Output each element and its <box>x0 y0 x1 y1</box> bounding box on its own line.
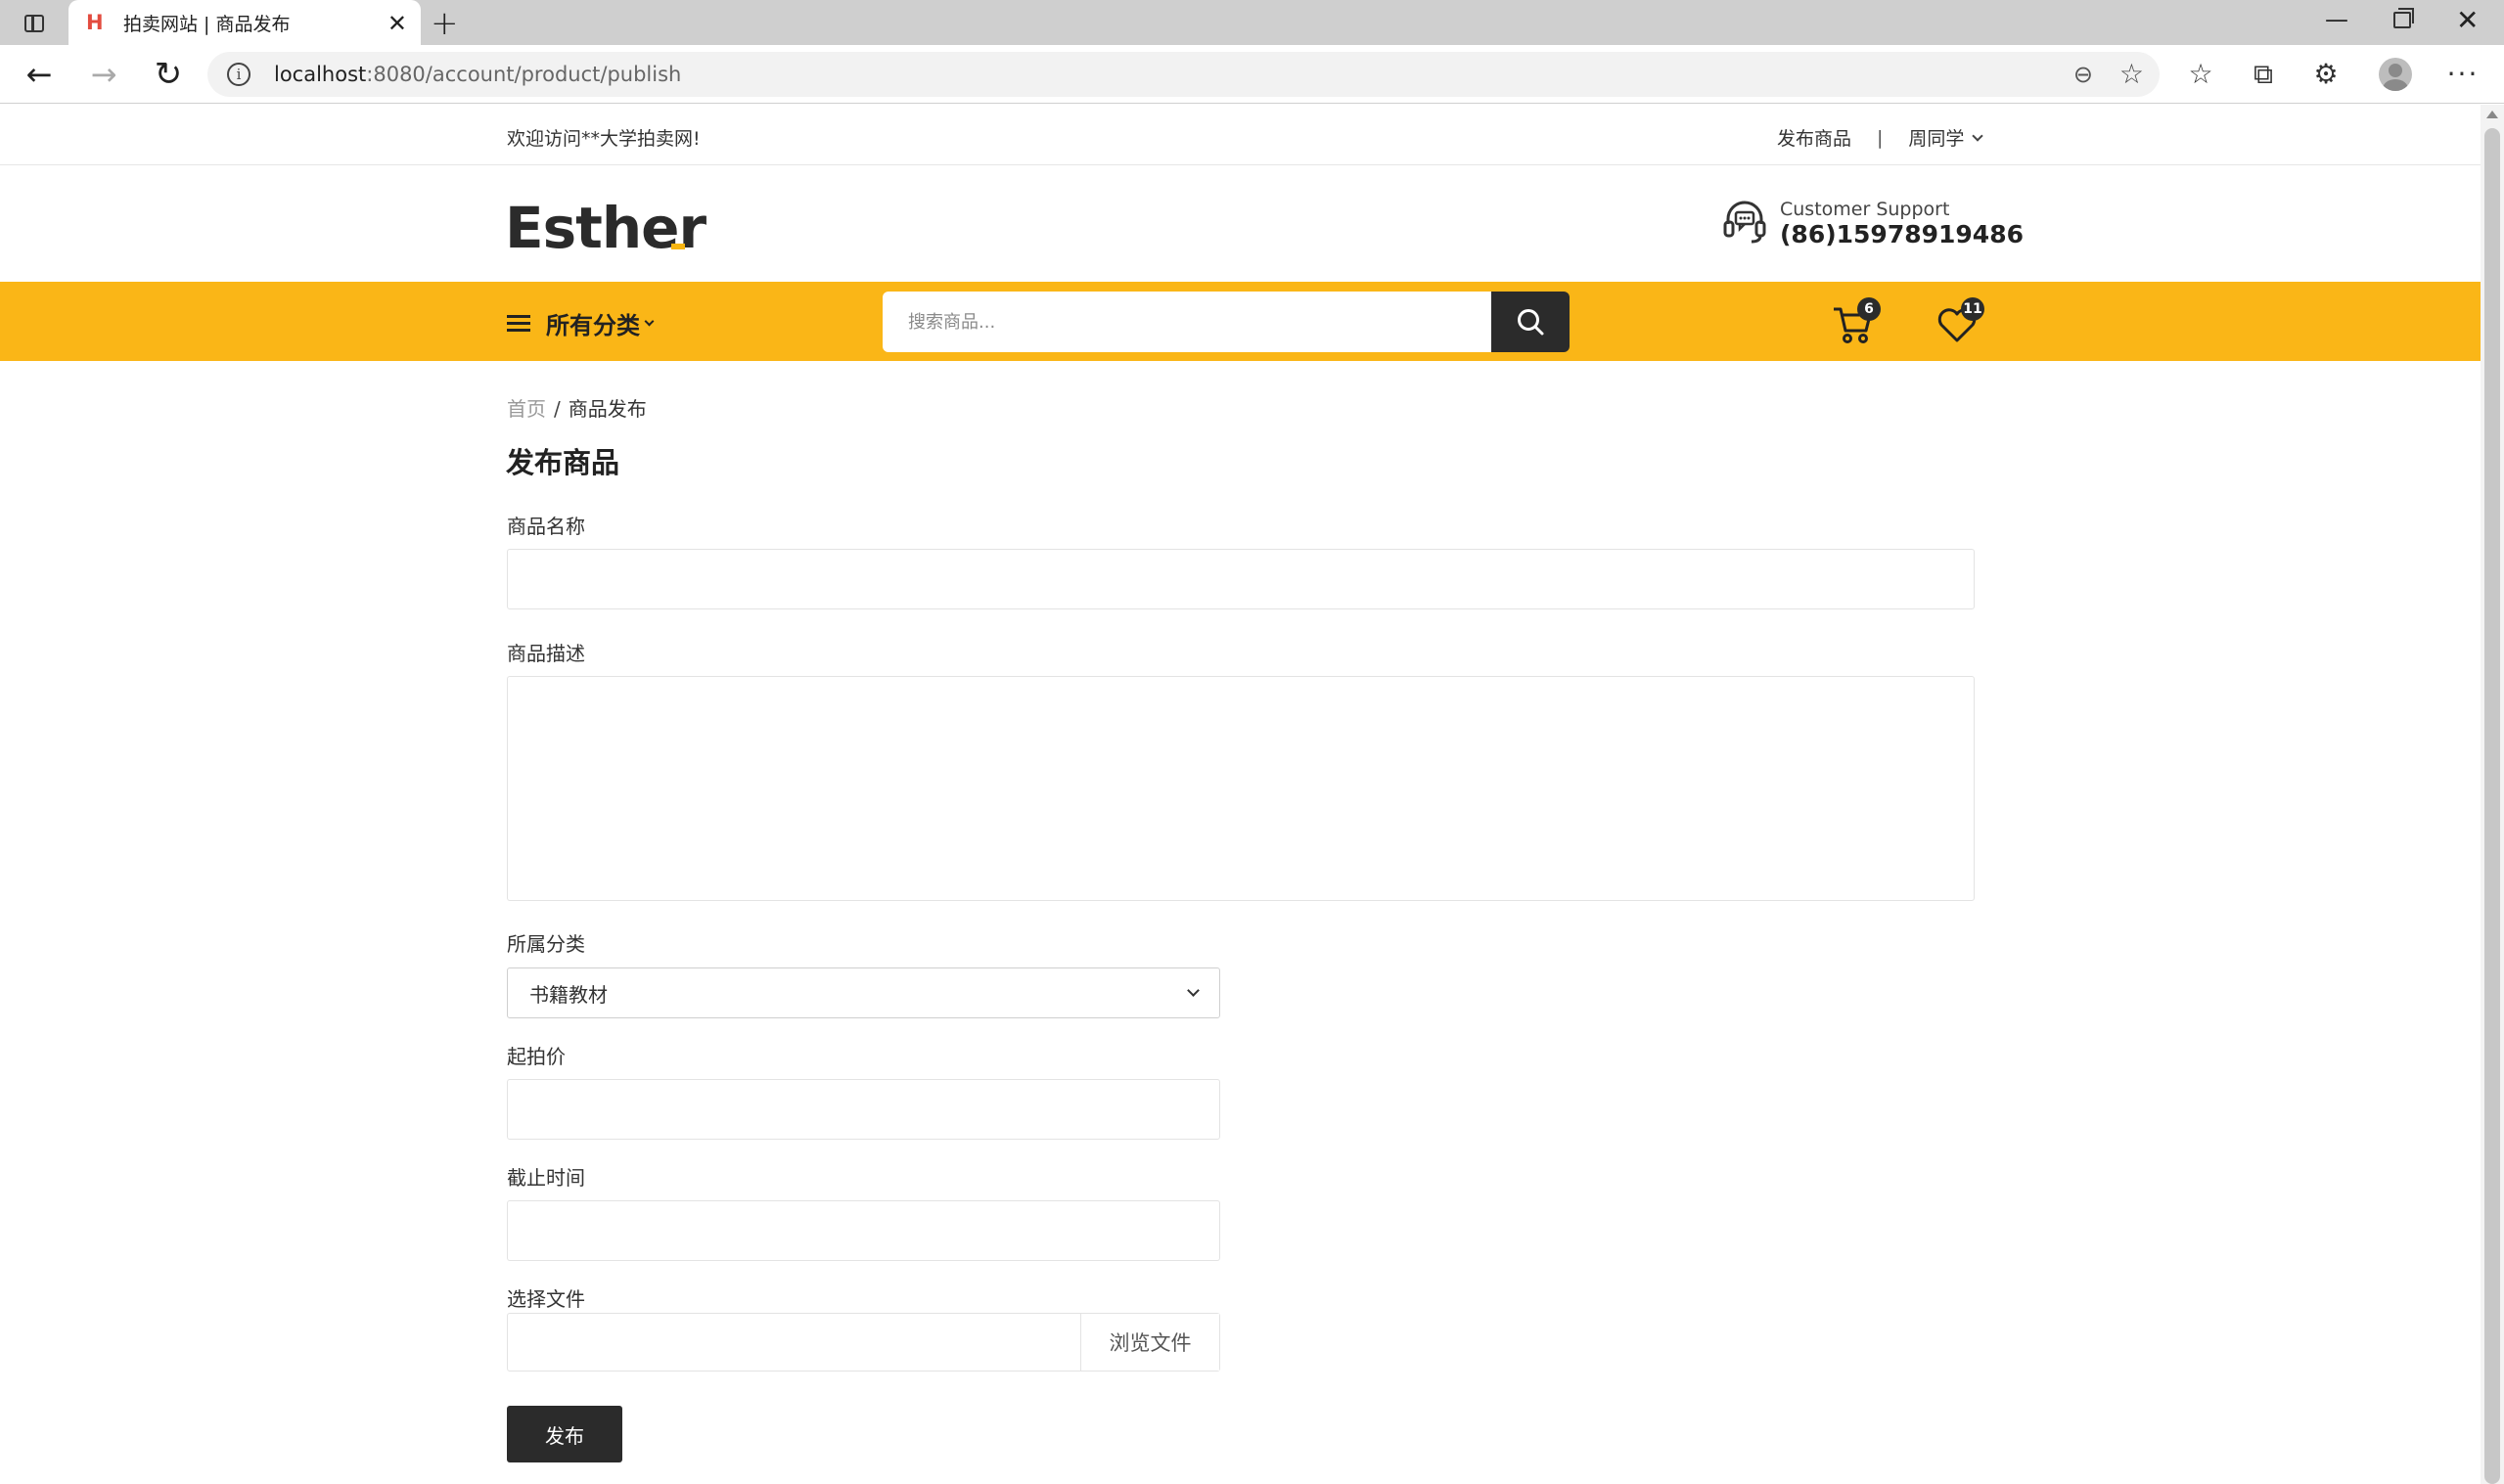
scroll-thumb[interactable] <box>2484 128 2500 1484</box>
browser-tab-active[interactable]: H 拍卖网站 | 商品发布 ✕ <box>68 0 421 45</box>
extensions-icon[interactable]: ⚙ <box>2306 55 2345 94</box>
main-nav-bar: 所有分类 6 11 <box>0 282 2481 361</box>
site-favicon-icon: H <box>86 11 104 34</box>
profile-avatar-icon[interactable] <box>2379 58 2412 91</box>
category-select[interactable]: 书籍教材 <box>507 967 1220 1018</box>
product-name-label: 商品名称 <box>507 515 585 538</box>
wishlist-button[interactable]: 11 <box>1935 297 1984 346</box>
browser-address-bar: ← → ↻ i localhost:8080/account/product/p… <box>0 45 2504 104</box>
publish-button[interactable]: 发布 <box>507 1406 622 1462</box>
start-price-input[interactable] <box>507 1079 1220 1140</box>
menu-icon <box>507 314 530 333</box>
tab-title: 拍卖网站 | 商品发布 <box>123 13 291 35</box>
site-logo[interactable]: Esther <box>505 195 706 261</box>
zoom-icon[interactable]: ⊖ <box>2073 61 2093 88</box>
back-arrow-icon[interactable]: ← <box>20 55 59 94</box>
collections-icon[interactable]: ⧉ <box>2244 55 2283 94</box>
search-input[interactable] <box>883 292 1491 352</box>
forward-arrow-icon[interactable]: → <box>84 55 123 94</box>
chevron-down-icon <box>1187 983 1200 997</box>
top-links: 发布商品 | 周同学 <box>1777 124 1984 151</box>
support-label: Customer Support <box>1780 199 1950 220</box>
page-scrollbar[interactable] <box>2481 105 2504 1484</box>
more-menu-icon[interactable]: ··· <box>2443 55 2482 94</box>
file-label: 选择文件 <box>507 1287 585 1311</box>
search-icon <box>1518 309 1544 336</box>
publish-product-link[interactable]: 发布商品 <box>1777 124 1851 151</box>
category-selected-value: 书籍教材 <box>529 982 608 1007</box>
new-tab-icon[interactable]: + <box>431 4 459 43</box>
site-top-strip: 欢迎访问**大学拍卖网! 发布商品 | 周同学 <box>0 105 2481 165</box>
url-text: localhost:8080/account/product/publish <box>274 63 682 86</box>
breadcrumb-current: 商品发布 <box>568 397 647 421</box>
product-desc-label: 商品描述 <box>507 642 585 665</box>
chevron-down-icon <box>1972 130 1984 142</box>
add-favorite-icon[interactable]: ☆ <box>2119 58 2144 90</box>
site-info-icon[interactable]: i <box>227 63 250 86</box>
chevron-down-icon <box>644 316 655 326</box>
start-price-label: 起拍价 <box>507 1045 566 1068</box>
browser-tab-bar: H 拍卖网站 | 商品发布 ✕ + — ✕ <box>0 0 2504 45</box>
page-viewport: 欢迎访问**大学拍卖网! 发布商品 | 周同学 Esther Customer … <box>0 105 2481 1484</box>
tab-actions-icon[interactable] <box>18 11 51 36</box>
cart-button[interactable]: 6 <box>1832 297 1881 346</box>
user-menu[interactable]: 周同学 <box>1908 124 1984 151</box>
window-close-icon[interactable]: ✕ <box>2456 4 2479 36</box>
product-desc-textarea[interactable] <box>507 676 1975 901</box>
scroll-up-arrow-icon[interactable] <box>2486 111 2498 118</box>
breadcrumb-home[interactable]: 首页 <box>507 397 546 421</box>
search-button[interactable] <box>1491 292 1570 352</box>
breadcrumb: 首页 / 商品发布 <box>507 393 647 422</box>
top-separator: | <box>1877 126 1884 149</box>
support-phone: (86)15978919486 <box>1780 220 2024 248</box>
deadline-input[interactable] <box>507 1200 1220 1261</box>
favorites-icon[interactable]: ☆ <box>2181 55 2220 94</box>
welcome-text: 欢迎访问**大学拍卖网! <box>507 128 701 150</box>
reload-icon[interactable]: ↻ <box>149 55 188 94</box>
site-header: Esther Customer Support (86)15978919486 <box>0 165 2481 280</box>
url-input[interactable]: i localhost:8080/account/product/publish… <box>207 52 2160 97</box>
headset-icon <box>1723 201 1766 244</box>
logo-underscore <box>671 244 685 249</box>
all-categories-label: 所有分类 <box>546 312 640 339</box>
window-restore-icon[interactable] <box>2393 8 2414 28</box>
browse-file-button[interactable]: 浏览文件 <box>1080 1314 1219 1371</box>
breadcrumb-separator: / <box>554 397 561 421</box>
file-input[interactable]: 浏览文件 <box>507 1313 1220 1372</box>
all-categories-menu[interactable]: 所有分类 <box>507 306 655 340</box>
category-label: 所属分类 <box>507 932 585 956</box>
user-name: 周同学 <box>1908 128 1965 150</box>
page-title: 发布商品 <box>506 446 620 479</box>
cart-count-badge: 6 <box>1857 297 1881 321</box>
tab-close-icon[interactable]: ✕ <box>387 10 407 37</box>
deadline-label: 截止时间 <box>507 1166 585 1190</box>
window-minimize-icon[interactable]: — <box>2325 6 2348 33</box>
wishlist-count-badge: 11 <box>1961 297 1984 321</box>
product-name-input[interactable] <box>507 549 1975 609</box>
